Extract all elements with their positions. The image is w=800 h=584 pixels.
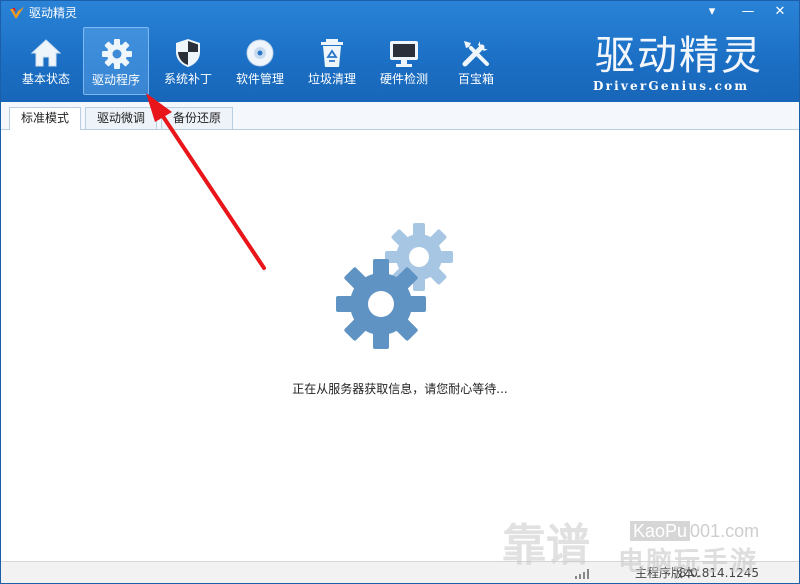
toolbar-item-system-patch[interactable]: 系统补丁 (155, 27, 221, 95)
brand-logo: 驱动精灵 DriverGenius.com (589, 33, 769, 99)
toolbar-item-software-manage[interactable]: 软件管理 (227, 27, 293, 95)
watermark-site-name: KaoPu (630, 521, 691, 541)
toolbar-item-label: 软件管理 (235, 72, 284, 86)
shield-icon (176, 39, 200, 67)
toolbar-item-label: 垃圾清理 (307, 72, 356, 86)
toolbar-item-driver[interactable]: 驱动程序 (83, 27, 149, 95)
header-bar: 驱动精灵 ▾ — ✕ 基本状态 驱动程序 系统补丁 软件管理 垃圾清理 硬件检测… (1, 1, 799, 102)
tools-icon (462, 41, 489, 67)
house-icon (30, 39, 62, 67)
app-title: 驱动精灵 (29, 6, 78, 20)
dropdown-menu-button[interactable]: ▾ (701, 3, 723, 21)
watermark: 靠谱 KaoPu 001.com 电脑玩手游 (500, 514, 798, 582)
disc-icon (246, 39, 274, 67)
loading-message: 正在从服务器获取信息，请您耐心等待... (292, 382, 508, 396)
watermark-sub-text: 电脑玩手游 (618, 547, 759, 577)
toolbar-item-hardware-detect[interactable]: 硬件检测 (371, 27, 437, 95)
toolbar-item-label: 硬件检测 (379, 72, 428, 86)
recycle-bin-icon (321, 39, 343, 67)
watermark-big-text: 靠谱 (502, 520, 590, 571)
watermark-site: KaoPu 001.com (630, 520, 759, 542)
app-window: 驱动精灵 ▾ — ✕ 基本状态 驱动程序 系统补丁 软件管理 垃圾清理 硬件检测… (0, 0, 800, 584)
tab-backup-restore[interactable]: 备份还原 (161, 107, 233, 130)
toolbar-item-basic-status[interactable]: 基本状态 (13, 27, 79, 95)
toolbar-item-label: 基本状态 (21, 72, 70, 86)
tab-standard-mode[interactable]: 标准模式 (9, 107, 81, 131)
app-logo-icon (10, 7, 24, 19)
toolbar-item-label: 驱动程序 (91, 73, 140, 87)
gear-icon (102, 39, 132, 69)
minimize-button[interactable]: — (737, 3, 759, 21)
close-button[interactable]: ✕ (769, 3, 791, 21)
toolbar-item-junk-clean[interactable]: 垃圾清理 (299, 27, 365, 95)
toolbar-item-label: 系统补丁 (163, 72, 212, 86)
loading-gears-icon (336, 223, 453, 349)
tab-driver-tuning[interactable]: 驱动微调 (85, 107, 157, 130)
toolbar-item-label: 百宝箱 (457, 72, 494, 86)
toolbar-item-toolbox[interactable]: 百宝箱 (443, 27, 509, 95)
monitor-icon (390, 41, 418, 67)
mode-tab-bar: 标准模式 驱动微调 备份还原 (1, 102, 799, 131)
watermark-domain: 001.com (690, 521, 760, 541)
brand-name-en: DriverGenius.com (593, 79, 750, 93)
title-bar[interactable]: 驱动精灵 ▾ — ✕ (1, 1, 799, 25)
brand-name-cn: 驱动精灵 (595, 33, 763, 79)
